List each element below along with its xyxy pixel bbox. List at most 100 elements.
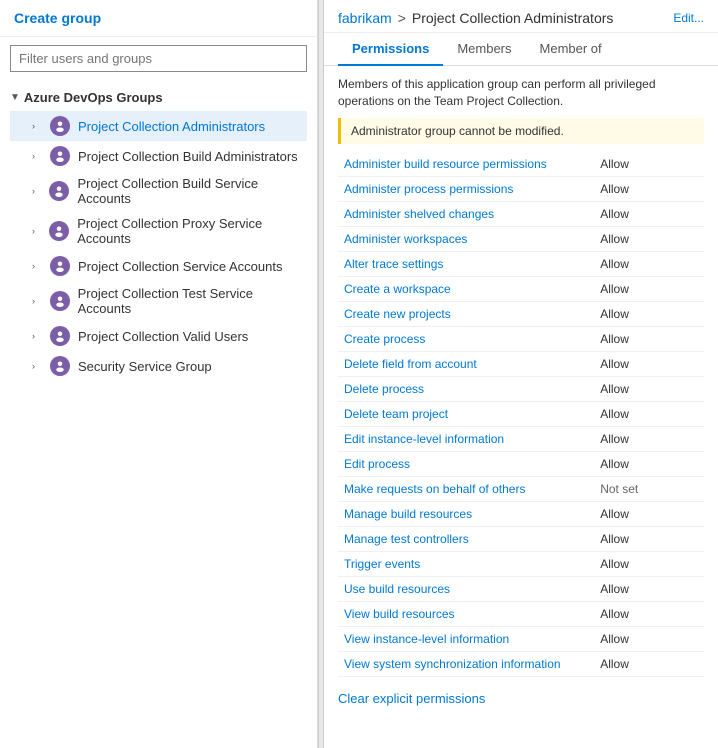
group-item-pcsa[interactable]: › Project Collection Service Accounts: [10, 251, 307, 281]
breadcrumb-separator: >: [398, 10, 406, 26]
tab-memberof[interactable]: Member of: [526, 33, 616, 66]
permission-value: Allow: [594, 601, 704, 626]
expand-arrow-icon: ›: [32, 121, 42, 131]
group-item-label: Project Collection Valid Users: [78, 329, 248, 344]
clear-permissions-link[interactable]: Clear explicit permissions: [338, 691, 485, 706]
group-item-label: Security Service Group: [78, 359, 212, 374]
permission-value: Allow: [594, 626, 704, 651]
permission-value: Allow: [594, 226, 704, 251]
tab-permissions[interactable]: Permissions: [338, 33, 443, 66]
table-row: View system synchronization information …: [338, 651, 704, 676]
permission-name[interactable]: Manage build resources: [338, 501, 594, 526]
edit-link[interactable]: Edit...: [673, 11, 704, 25]
expand-arrow-icon: ›: [32, 151, 42, 161]
content-area: Members of this application group can pe…: [324, 66, 718, 748]
permission-value: Allow: [594, 152, 704, 177]
table-row: Trigger events Allow: [338, 551, 704, 576]
table-row: Create new projects Allow: [338, 301, 704, 326]
permission-name[interactable]: Delete team project: [338, 401, 594, 426]
table-row: Use build resources Allow: [338, 576, 704, 601]
permission-value: Not set: [594, 476, 704, 501]
group-item-pca[interactable]: › Project Collection Administrators: [10, 111, 307, 141]
expand-arrow-icon: ›: [32, 331, 42, 341]
permission-value: Allow: [594, 426, 704, 451]
permission-name[interactable]: Alter trace settings: [338, 251, 594, 276]
permission-value: Allow: [594, 301, 704, 326]
create-group-button[interactable]: Create group: [0, 0, 317, 37]
group-avatar: [50, 146, 70, 166]
permission-value: Allow: [594, 401, 704, 426]
permission-name[interactable]: Edit instance-level information: [338, 426, 594, 451]
group-item-pcbsa[interactable]: › Project Collection Build Service Accou…: [10, 171, 307, 211]
permission-value: Allow: [594, 276, 704, 301]
permission-value: Allow: [594, 176, 704, 201]
table-row: Administer process permissions Allow: [338, 176, 704, 201]
permission-value: Allow: [594, 551, 704, 576]
table-row: Delete field from account Allow: [338, 351, 704, 376]
group-item-pcba[interactable]: › Project Collection Build Administrator…: [10, 141, 307, 171]
permission-name[interactable]: Delete field from account: [338, 351, 594, 376]
expand-arrow-icon: ›: [32, 226, 41, 236]
permission-value: Allow: [594, 501, 704, 526]
permission-name[interactable]: Make requests on behalf of others: [338, 476, 594, 501]
table-row: View instance-level information Allow: [338, 626, 704, 651]
table-row: Make requests on behalf of others Not se…: [338, 476, 704, 501]
group-avatar: [49, 221, 69, 241]
permission-value: Allow: [594, 326, 704, 351]
left-panel: Create group ▼ Azure DevOps Groups › Pro…: [0, 0, 318, 748]
chevron-down-icon: ▼: [10, 92, 20, 103]
expand-arrow-icon: ›: [32, 261, 42, 271]
permission-name[interactable]: Manage test controllers: [338, 526, 594, 551]
warning-banner: Administrator group cannot be modified.: [338, 118, 704, 144]
table-row: Edit instance-level information Allow: [338, 426, 704, 451]
table-row: Edit process Allow: [338, 451, 704, 476]
group-item-pctsa[interactable]: › Project Collection Test Service Accoun…: [10, 281, 307, 321]
tabs-bar: PermissionsMembersMember of: [324, 33, 718, 66]
permission-name[interactable]: Create new projects: [338, 301, 594, 326]
group-item-label: Project Collection Test Service Accounts: [78, 286, 301, 316]
group-avatar: [50, 291, 70, 311]
table-row: Delete team project Allow: [338, 401, 704, 426]
permission-name[interactable]: Administer process permissions: [338, 176, 594, 201]
search-input[interactable]: [10, 45, 307, 72]
group-section-header[interactable]: ▼ Azure DevOps Groups: [10, 86, 307, 109]
table-row: Administer build resource permissions Al…: [338, 152, 704, 177]
permission-name[interactable]: View system synchronization information: [338, 651, 594, 676]
permission-name[interactable]: Use build resources: [338, 576, 594, 601]
table-row: Create a workspace Allow: [338, 276, 704, 301]
permission-name[interactable]: Create a workspace: [338, 276, 594, 301]
permission-name[interactable]: Delete process: [338, 376, 594, 401]
permission-value: Allow: [594, 651, 704, 676]
permission-value: Allow: [594, 251, 704, 276]
table-row: Alter trace settings Allow: [338, 251, 704, 276]
group-section-label: Azure DevOps Groups: [24, 90, 163, 105]
breadcrumb-org[interactable]: fabrikam: [338, 10, 392, 26]
permission-name[interactable]: View instance-level information: [338, 626, 594, 651]
permission-name[interactable]: View build resources: [338, 601, 594, 626]
permission-value: Allow: [594, 451, 704, 476]
group-item-label: Project Collection Proxy Service Account…: [77, 216, 301, 246]
group-item-pcpsa[interactable]: › Project Collection Proxy Service Accou…: [10, 211, 307, 251]
table-row: Manage build resources Allow: [338, 501, 704, 526]
tab-members[interactable]: Members: [443, 33, 525, 66]
permission-name[interactable]: Administer shelved changes: [338, 201, 594, 226]
permission-name[interactable]: Create process: [338, 326, 594, 351]
table-row: Delete process Allow: [338, 376, 704, 401]
permission-value: Allow: [594, 201, 704, 226]
expand-arrow-icon: ›: [32, 361, 42, 371]
group-section: ▼ Azure DevOps Groups › Project Collecti…: [0, 80, 317, 383]
group-item-ssg[interactable]: › Security Service Group: [10, 351, 307, 381]
expand-arrow-icon: ›: [32, 186, 41, 196]
table-row: Administer shelved changes Allow: [338, 201, 704, 226]
permission-name[interactable]: Administer workspaces: [338, 226, 594, 251]
group-item-pcvu[interactable]: › Project Collection Valid Users: [10, 321, 307, 351]
permission-name[interactable]: Trigger events: [338, 551, 594, 576]
permission-name[interactable]: Edit process: [338, 451, 594, 476]
permission-value: Allow: [594, 351, 704, 376]
group-avatar: [50, 356, 70, 376]
group-avatar: [50, 326, 70, 346]
breadcrumb-group: Project Collection Administrators: [412, 10, 614, 26]
permission-value: Allow: [594, 376, 704, 401]
permission-name[interactable]: Administer build resource permissions: [338, 152, 594, 177]
table-row: Create process Allow: [338, 326, 704, 351]
